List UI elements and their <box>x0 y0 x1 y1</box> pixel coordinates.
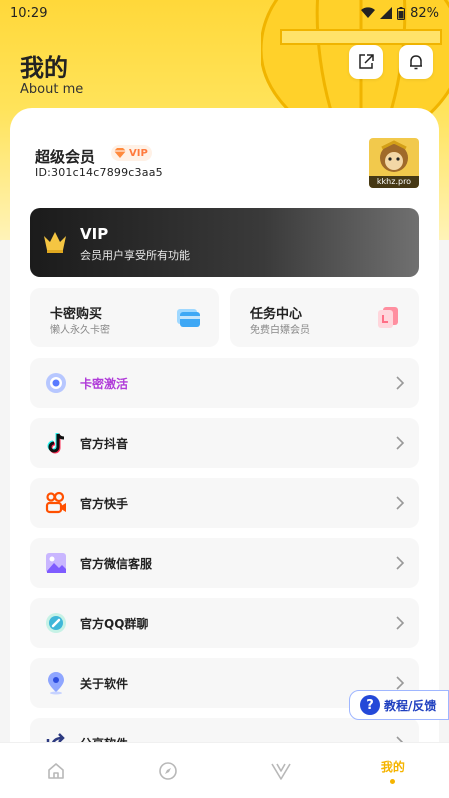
notification-button[interactable] <box>399 45 433 79</box>
menu-item-douyin[interactable]: 官方抖音 <box>30 418 419 468</box>
card-title: 任务中心 <box>250 307 303 322</box>
member-title: 超级会员 <box>35 148 96 166</box>
location-icon <box>44 671 68 695</box>
battery-icon <box>397 6 406 20</box>
menu-item-kuaishou[interactable]: 官方快手 <box>30 478 419 528</box>
v-icon <box>270 763 291 780</box>
avatar[interactable]: kkhz.pro <box>369 138 419 188</box>
menu-item-card-activation[interactable]: 卡密激活 <box>30 358 419 408</box>
diamond-icon <box>114 148 126 158</box>
battery-level: 82% <box>410 5 439 21</box>
share-button[interactable] <box>349 45 383 79</box>
page-subtitle: About me <box>20 82 84 97</box>
home-icon <box>48 762 64 779</box>
menu-label: 卡密激活 <box>80 377 129 391</box>
orb-icon <box>44 371 68 395</box>
compass-icon <box>159 761 178 780</box>
chevron-right-icon <box>396 556 405 570</box>
vip-badge: VIP <box>111 145 152 161</box>
vip-banner-desc: 会员用户享受所有功能 <box>80 249 190 262</box>
status-time: 10:29 <box>10 5 48 21</box>
crown-icon <box>44 232 66 253</box>
nav-mine-label: 我的 <box>380 759 405 774</box>
chevron-right-icon <box>396 676 405 690</box>
nav-home[interactable] <box>0 743 112 798</box>
nav-discover[interactable] <box>112 743 224 798</box>
chevron-right-icon <box>396 376 405 390</box>
qq-group-icon <box>44 611 68 635</box>
active-indicator-dot <box>390 778 396 784</box>
task-icon <box>378 307 398 328</box>
card-key-purchase-card[interactable]: 卡密购买 懒人永久卡密 <box>30 288 219 347</box>
menu-label: 关于软件 <box>80 677 129 691</box>
avatar-caption: kkhz.pro <box>369 176 419 188</box>
vip-badge-label: VIP <box>129 147 148 159</box>
help-label: 教程/反馈 <box>384 698 437 713</box>
signal-icon <box>380 7 393 19</box>
monkey-avatar-image <box>380 140 408 172</box>
bottom-nav: 我的 <box>0 742 449 798</box>
menu-label: 官方微信客服 <box>80 557 153 571</box>
vip-banner[interactable]: VIP 会员用户享受所有功能 <box>30 208 419 277</box>
menu-label: 官方快手 <box>80 497 129 511</box>
bell-icon <box>410 55 422 70</box>
task-center-card[interactable]: 任务中心 免费白嫖会员 <box>230 288 419 347</box>
menu-item-wechat-service[interactable]: 官方微信客服 <box>30 538 419 588</box>
status-bar: 10:29 82% <box>0 0 449 26</box>
card-icon <box>177 309 200 327</box>
card-desc: 免费白嫖会员 <box>250 325 310 336</box>
chevron-right-icon <box>396 496 405 510</box>
share-icon <box>359 54 374 69</box>
nav-v[interactable] <box>225 743 337 798</box>
menu-item-qq-group[interactable]: 官方QQ群聊 <box>30 598 419 648</box>
menu-label: 官方抖音 <box>80 437 129 451</box>
wifi-icon <box>361 7 376 18</box>
menu-label: 官方QQ群聊 <box>80 617 149 631</box>
question-icon: ? <box>360 695 380 715</box>
tiktok-icon <box>44 431 68 455</box>
page-title: 我的 <box>20 54 68 82</box>
kuaishou-icon <box>44 491 68 515</box>
help-feedback-button[interactable]: ? 教程/反馈 <box>349 690 449 720</box>
vip-banner-title: VIP <box>80 225 109 243</box>
chevron-right-icon <box>396 616 405 630</box>
nav-mine[interactable]: 我的 <box>337 743 449 798</box>
image-icon <box>44 551 68 575</box>
card-desc: 懒人永久卡密 <box>50 325 110 336</box>
card-title: 卡密购买 <box>50 307 103 322</box>
chevron-right-icon <box>396 436 405 450</box>
member-id: ID:301c14c7899c3aa5 <box>35 166 163 179</box>
